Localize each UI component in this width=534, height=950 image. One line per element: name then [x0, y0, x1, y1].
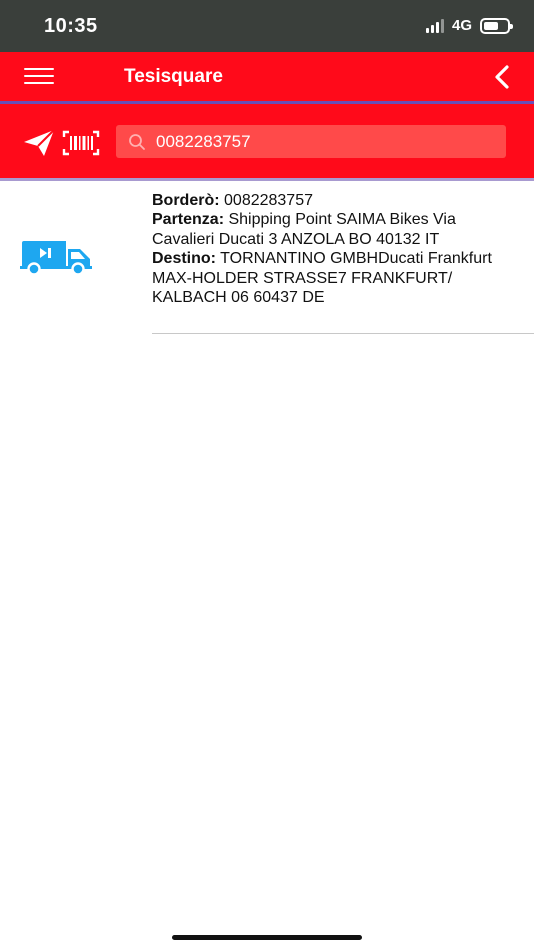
status-time: 10:35 [44, 15, 98, 37]
partenza-label: Partenza: [152, 211, 225, 229]
shipment-details: Borderò: 0082283757 Partenza: Shipping P… [152, 191, 522, 307]
home-indicator[interactable] [172, 935, 362, 940]
bordero-line: Borderò: 0082283757 [152, 191, 522, 210]
shipment-list-item[interactable]: Borderò: 0082283757 Partenza: Shipping P… [0, 181, 534, 334]
hamburger-menu-icon[interactable] [24, 68, 54, 86]
destino-label: Destino: [152, 250, 216, 268]
search-toolbar [0, 104, 534, 178]
bordero-value: 0082283757 [224, 192, 313, 209]
battery-level [484, 21, 498, 30]
delivery-truck-icon [20, 241, 92, 275]
row-divider [152, 333, 534, 334]
search-icon [129, 134, 145, 150]
paper-plane-icon[interactable] [22, 128, 56, 158]
network-type: 4G [451, 17, 472, 34]
chevron-left-icon[interactable] [490, 64, 514, 90]
search-field[interactable] [116, 125, 506, 158]
status-bar: 10:35 4G [0, 0, 534, 52]
battery-icon [480, 17, 513, 34]
barcode-scan-icon[interactable] [62, 130, 100, 156]
bordero-label: Borderò: [152, 192, 220, 209]
signal-icon [425, 18, 444, 33]
app-title: Tesisquare [124, 66, 223, 87]
search-input[interactable] [156, 125, 496, 158]
destino-line: Destino: TORNANTINO GMBHDucati Frankfurt… [152, 249, 522, 307]
partenza-line: Partenza: Shipping Point SAIMA Bikes Via… [152, 210, 522, 249]
status-indicators: 4G [425, 17, 513, 34]
app-bar: Tesisquare [0, 52, 534, 102]
